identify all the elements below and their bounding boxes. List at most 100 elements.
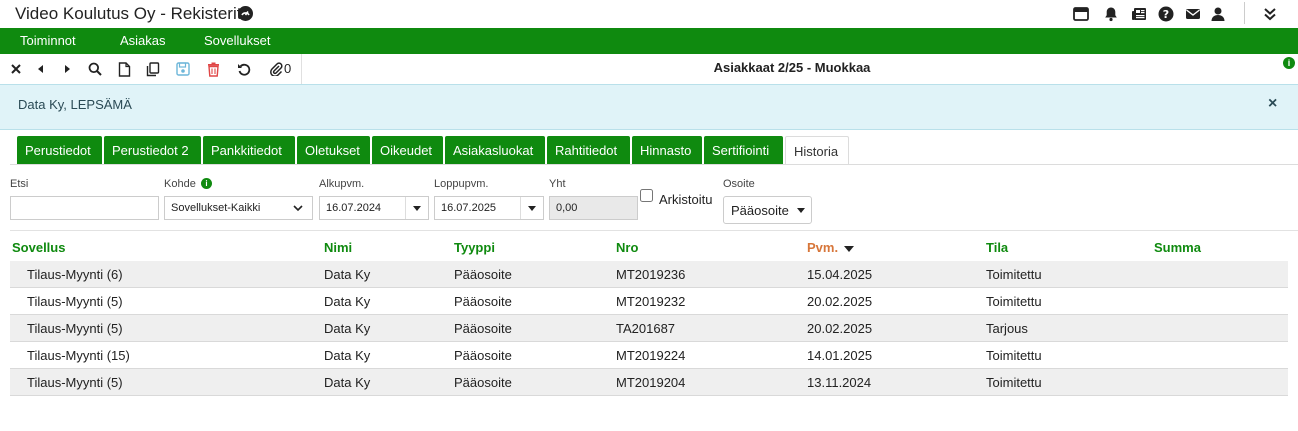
paperclip-icon[interactable] xyxy=(268,61,284,77)
cell-pvm: 13.11.2024 xyxy=(807,375,872,390)
column-header-summa[interactable]: Summa xyxy=(1154,240,1201,255)
cell-pvm: 14.01.2025 xyxy=(807,348,873,363)
double-chevron-down-icon[interactable] xyxy=(1262,6,1278,22)
save-icon[interactable] xyxy=(175,61,191,77)
menu-item-toiminnot[interactable]: Toiminnot xyxy=(20,33,76,48)
tab-oikeudet[interactable]: Oikeudet xyxy=(372,136,443,165)
cell-sovellus: Tilaus-Myynti (5) xyxy=(27,375,123,390)
cell-tyyppi: Pääosoite xyxy=(454,267,512,282)
table-row[interactable]: Tilaus-Myynti (6) Data Ky Pääosoite MT20… xyxy=(10,261,1288,288)
column-header-pvm[interactable]: Pvm. xyxy=(807,240,855,255)
menu-item-sovellukset[interactable]: Sovellukset xyxy=(204,33,270,48)
sort-desc-icon xyxy=(844,245,855,252)
window-icon[interactable] xyxy=(1073,6,1089,22)
column-header-tila[interactable]: Tila xyxy=(986,240,1008,255)
column-header-tyyppi[interactable]: Tyyppi xyxy=(454,240,495,255)
undo-icon[interactable] xyxy=(236,61,252,77)
topbar-separator xyxy=(1244,2,1245,24)
search-input[interactable] xyxy=(10,196,159,220)
column-header-nimi[interactable]: Nimi xyxy=(324,240,352,255)
cell-nro: MT2019232 xyxy=(616,294,686,309)
cell-nimi: Data Ky xyxy=(324,375,371,390)
cell-nimi: Data Ky xyxy=(324,267,371,282)
app-title: Video Koulutus Oy - Rekisterit xyxy=(15,4,242,23)
next-icon[interactable] xyxy=(59,61,75,77)
tab-pankkitiedot[interactable]: Pankkitiedot xyxy=(203,136,295,165)
start-date-input[interactable]: 16.07.2024 xyxy=(319,196,429,220)
target-select[interactable]: Sovellukset-Kaikki xyxy=(164,196,313,220)
cell-tyyppi: Pääosoite xyxy=(454,294,512,309)
cell-tyyppi: Pääosoite xyxy=(454,321,512,336)
cell-tila: Toimitettu xyxy=(986,375,1042,390)
tab-rahtitiedot[interactable]: Rahtitiedot xyxy=(547,136,630,165)
caret-down-icon xyxy=(528,206,536,211)
close-icon[interactable] xyxy=(8,61,24,77)
address-select[interactable]: Pääosoite xyxy=(723,196,812,224)
alert-text: Data Ky, LEPSÄMÄ xyxy=(18,97,132,112)
end-date-input[interactable]: 16.07.2025 xyxy=(434,196,544,220)
tabs-underline xyxy=(10,164,1298,165)
column-header-nro[interactable]: Nro xyxy=(616,240,638,255)
cell-tila: Toimitettu xyxy=(986,267,1042,282)
total-field: 0,00 xyxy=(549,196,638,220)
start-date-label: Alkupvm. xyxy=(319,178,365,190)
tab-perustiedot-2[interactable]: Perustiedot 2 xyxy=(104,136,201,165)
end-date-dropdown[interactable] xyxy=(520,197,543,219)
cell-tila: Toimitettu xyxy=(986,294,1042,309)
cell-nimi: Data Ky xyxy=(324,348,371,363)
target-info-icon[interactable]: i xyxy=(201,178,212,189)
column-header-sovellus[interactable]: Sovellus xyxy=(12,240,65,255)
chevron-down-icon xyxy=(292,202,304,217)
caret-down-icon xyxy=(413,206,421,211)
search-label: Etsi xyxy=(10,178,29,190)
new-document-icon[interactable] xyxy=(116,61,132,77)
info-icon[interactable]: i xyxy=(1283,57,1295,69)
tab-sertifiointi[interactable]: Sertifiointi xyxy=(704,136,783,165)
address-select-value: Pääosoite xyxy=(731,203,789,218)
archived-checkbox[interactable] xyxy=(640,189,653,202)
speedometer-icon[interactable] xyxy=(238,6,253,21)
cell-pvm: 15.04.2025 xyxy=(807,267,873,282)
table-row[interactable]: Tilaus-Myynti (15) Data Ky Pääosoite MT2… xyxy=(10,342,1288,369)
info-alert xyxy=(0,84,1298,130)
cell-sovellus: Tilaus-Myynti (5) xyxy=(27,294,123,309)
help-icon[interactable]: ? xyxy=(1158,6,1174,22)
end-date-label: Loppupvm. xyxy=(434,178,489,190)
cell-tila: Tarjous xyxy=(986,321,1028,336)
bell-icon[interactable] xyxy=(1103,6,1119,22)
cell-sovellus: Tilaus-Myynti (5) xyxy=(27,321,123,336)
table-row[interactable]: Tilaus-Myynti (5) Data Ky Pääosoite TA20… xyxy=(10,315,1288,342)
tab-oletukset[interactable]: Oletukset xyxy=(297,136,370,165)
newspaper-icon[interactable] xyxy=(1131,6,1147,22)
menu-item-asiakas[interactable]: Asiakas xyxy=(120,33,166,48)
end-date-value: 16.07.2025 xyxy=(441,202,497,214)
cell-nro: MT2019236 xyxy=(616,267,686,282)
svg-text:?: ? xyxy=(1163,8,1169,21)
search-icon[interactable] xyxy=(87,61,103,77)
copy-icon[interactable] xyxy=(145,61,161,77)
tab-perustiedot[interactable]: Perustiedot xyxy=(17,136,102,165)
previous-icon[interactable] xyxy=(33,61,49,77)
user-icon[interactable] xyxy=(1210,6,1226,22)
start-date-value: 16.07.2024 xyxy=(326,202,382,214)
alert-close-icon[interactable]: × xyxy=(1268,95,1277,113)
cell-sovellus: Tilaus-Myynti (6) xyxy=(27,267,123,282)
table-row[interactable]: Tilaus-Myynti (5) Data Ky Pääosoite MT20… xyxy=(10,288,1288,315)
cell-pvm: 20.02.2025 xyxy=(807,321,873,336)
delete-icon[interactable] xyxy=(205,61,221,77)
main-menu xyxy=(0,28,1298,54)
cell-tila: Toimitettu xyxy=(986,348,1042,363)
column-header-pvm-label: Pvm. xyxy=(807,240,839,255)
attachments-count: 0 xyxy=(284,61,292,76)
table-row[interactable]: Tilaus-Myynti (5) Data Ky Pääosoite MT20… xyxy=(10,369,1288,396)
mail-icon[interactable] xyxy=(1185,6,1201,22)
cell-nimi: Data Ky xyxy=(324,321,371,336)
form-title: Asiakkaat 2/25 - Muokkaa xyxy=(713,60,871,75)
tab-asiakasluokat[interactable]: Asiakasluokat xyxy=(445,136,545,165)
cell-nimi: Data Ky xyxy=(324,294,371,309)
cell-tyyppi: Pääosoite xyxy=(454,348,512,363)
tab-hinnasto[interactable]: Hinnasto xyxy=(632,136,702,165)
start-date-dropdown[interactable] xyxy=(405,197,428,219)
target-select-value: Sovellukset-Kaikki xyxy=(171,202,261,214)
tab-historia[interactable]: Historia xyxy=(785,136,849,165)
